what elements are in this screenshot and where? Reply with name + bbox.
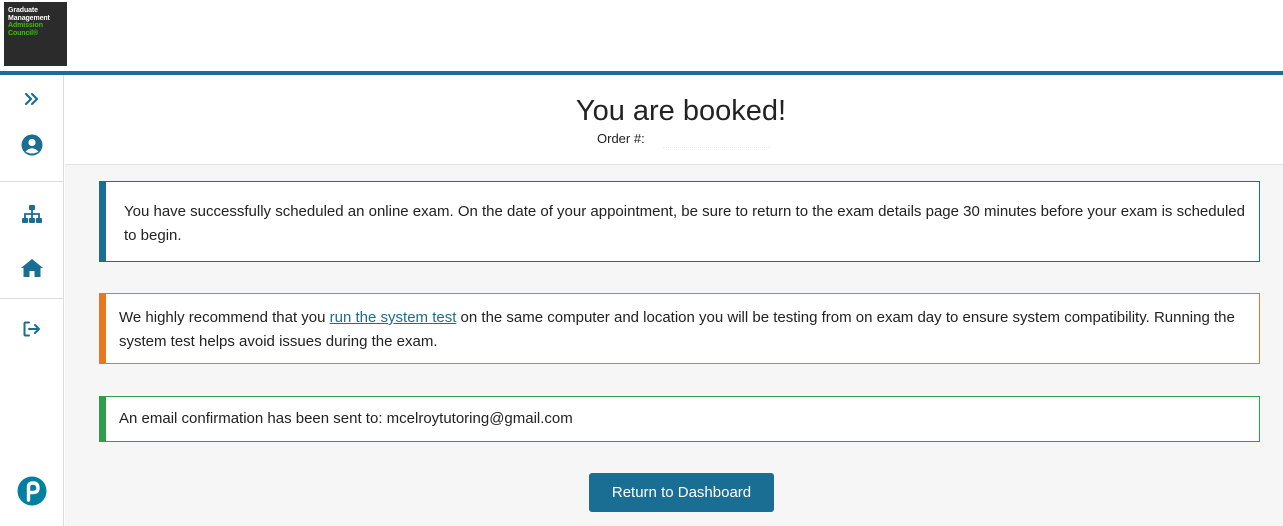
order-number-label: Order #: (597, 131, 645, 146)
home-icon[interactable] (0, 256, 64, 280)
confirmation-header: You are booked! Order #: (65, 75, 1283, 165)
main-content: You are booked! Order #: You have succes… (65, 75, 1283, 526)
logo-text-line: Admission (8, 22, 43, 29)
logo-text-line: Council® (8, 29, 39, 37)
logo-text-line: Graduate (8, 7, 38, 14)
email-confirmation-text: An email confirmation has been sent to: … (119, 410, 573, 427)
sidebar-divider (0, 181, 63, 182)
system-test-text-prefix: We highly recommend that you (119, 309, 330, 326)
sidebar-divider (0, 298, 63, 299)
email-confirmation-message: An email confirmation has been sent to: … (99, 396, 1260, 442)
sidebar (0, 75, 64, 526)
logo-text-line: Management (8, 14, 50, 22)
gmac-logo[interactable]: Graduate Management Admission Council® (4, 2, 67, 66)
double-chevron-right-icon[interactable] (0, 88, 64, 110)
top-bar: Graduate Management Admission Council® (0, 0, 1283, 71)
sign-out-icon[interactable] (0, 317, 64, 341)
schedule-success-text: You have successfully scheduled an onlin… (124, 203, 1245, 244)
user-icon[interactable] (0, 133, 64, 157)
sitemap-icon[interactable] (0, 202, 64, 226)
page-title: You are booked! (575, 95, 787, 127)
run-system-test-link[interactable]: run the system test (330, 309, 457, 326)
order-number-value (663, 147, 771, 148)
pearson-logo-icon[interactable] (0, 475, 64, 507)
schedule-success-message: You have successfully scheduled an onlin… (99, 181, 1260, 262)
return-to-dashboard-button[interactable]: Return to Dashboard (589, 473, 774, 512)
system-test-recommendation: We highly recommend that you run the sys… (99, 293, 1260, 364)
